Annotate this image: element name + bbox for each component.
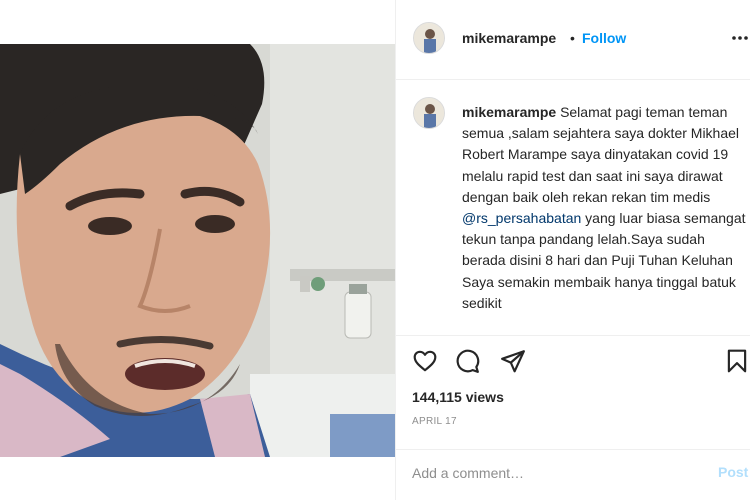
- follow-button[interactable]: Follow: [582, 30, 626, 46]
- view-count[interactable]: 144,115 views: [412, 389, 504, 405]
- mention-link[interactable]: @rs_persahabatan: [462, 210, 581, 226]
- author-avatar[interactable]: [413, 22, 445, 54]
- comments-scroll-area[interactable]: mikemarampe Selamat pagi teman teman sem…: [396, 81, 750, 335]
- more-options-icon[interactable]: [730, 28, 750, 48]
- action-bar: [396, 336, 750, 386]
- video-still: [0, 44, 395, 457]
- post-caption: mikemarampe Selamat pagi teman teman sem…: [462, 102, 750, 314]
- comment-form: Post: [396, 450, 750, 500]
- post-header: mikemarampe • Follow: [396, 0, 750, 80]
- post-date[interactable]: APRIL 17: [412, 416, 457, 427]
- comment-input[interactable]: [412, 462, 702, 484]
- post-comment-button[interactable]: Post: [718, 464, 748, 480]
- caption-username[interactable]: mikemarampe: [462, 104, 556, 120]
- bookmark-icon[interactable]: [724, 348, 750, 374]
- caption-author-avatar[interactable]: [413, 97, 445, 129]
- avatar-image: [414, 98, 444, 128]
- author-username[interactable]: mikemarampe: [462, 30, 556, 46]
- avatar-image: [414, 23, 444, 53]
- comment-bubble-icon[interactable]: [454, 348, 480, 374]
- post-video[interactable]: [0, 44, 395, 457]
- heart-icon[interactable]: [412, 348, 438, 374]
- paper-plane-icon[interactable]: [500, 348, 526, 374]
- post-details-panel: mikemarampe • Follow mikemarampe Selamat…: [396, 0, 750, 500]
- separator-dot: •: [570, 30, 575, 46]
